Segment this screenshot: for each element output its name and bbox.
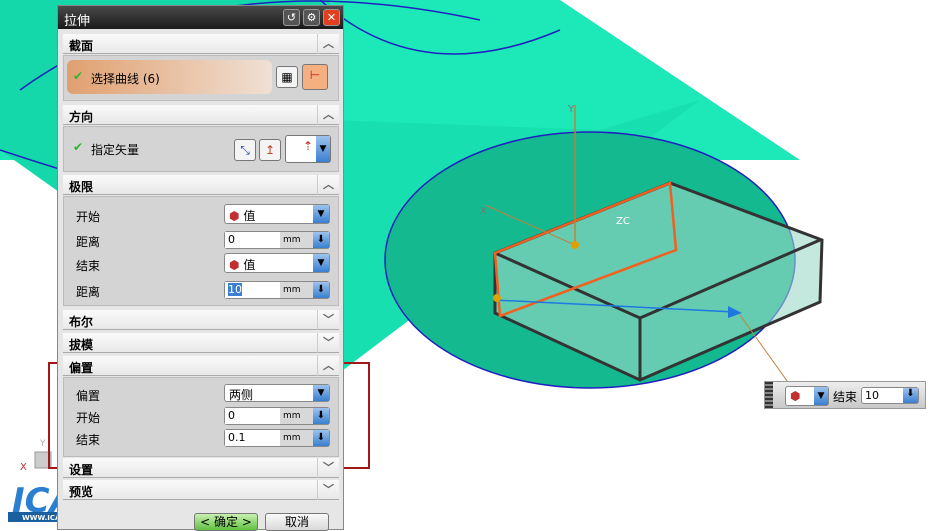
check-icon: ✔ (73, 140, 84, 154)
section-header-limits[interactable]: 极限 ︿ (63, 175, 339, 195)
sketch-section-icon[interactable]: ▦ (276, 66, 298, 88)
extrude-dialog: 拉伸 ↺ ⚙ ✕ 截面 ︿ ✔ 选择曲线 (6) ▦ ⊢ 方向 ︿ ✔ 指定矢量 ⤡… (57, 5, 344, 531)
offset-option: 两侧 (229, 388, 254, 402)
axis-zc-label: ZC (616, 216, 630, 227)
chevron-up-icon[interactable]: ︿ (317, 356, 339, 376)
floating-end-value[interactable]: 10 (865, 389, 879, 402)
start-option: 值 (243, 209, 256, 223)
section-body: ✔ 选择曲线 (6) ▦ ⊢ (63, 55, 339, 101)
offset-start-label: 开始 (76, 411, 101, 425)
dialog-title-bar: 拉伸 ↺ ⚙ ✕ (58, 6, 343, 29)
reset-button[interactable]: ↺ (283, 9, 300, 26)
chevron-down-icon[interactable]: ﹀ (317, 333, 339, 353)
floating-end-toolbar: ⬢ ▼ 结束 10 ⬇ (764, 381, 926, 409)
end-option: 值 (243, 258, 256, 272)
unit-label: mm (283, 235, 301, 245)
ok-button[interactable]: < 确定 > (194, 513, 258, 531)
unit-label: mm (283, 411, 301, 421)
section-title: 方向 (69, 110, 94, 124)
distance2-input[interactable]: 10 mm ⬇ (224, 281, 330, 299)
chevron-down-icon[interactable]: ﹀ (317, 310, 339, 330)
section-title: 布尔 (69, 315, 94, 329)
vector-dialog-icon[interactable]: ↥ (259, 139, 281, 161)
chevron-down-icon[interactable]: ▼ (814, 387, 828, 405)
offset-end-label: 结束 (76, 433, 101, 447)
chevron-down-icon[interactable]: ▼ (316, 136, 330, 162)
arrow-down-icon[interactable]: ⬇ (313, 408, 329, 424)
chevron-up-icon[interactable]: ︿ (317, 34, 339, 54)
section-header-section[interactable]: 截面 ︿ (63, 34, 339, 54)
unit-label: mm (283, 285, 301, 295)
axis-x-label: X (480, 206, 487, 217)
select-curve-label: 选择曲线 (6) (91, 72, 160, 86)
reverse-direction-icon[interactable]: ⤡ (234, 139, 256, 161)
axis-y-label: Y (567, 104, 575, 115)
floating-end-input[interactable]: 10 ⬇ (861, 387, 919, 404)
section-header-boolean[interactable]: 布尔 ﹀ (63, 310, 339, 330)
distance2-selected-text: 10 (228, 283, 242, 296)
specify-vector-label: 指定矢量 (91, 143, 140, 157)
chevron-down-icon[interactable]: ▼ (313, 205, 329, 223)
end-label: 结束 (76, 259, 101, 273)
close-button[interactable]: ✕ (323, 9, 340, 26)
offset-body: 偏置 两侧 ▼ 开始 0 mm ⬇ 结束 0.1 mm ⬇ (63, 377, 339, 457)
arrow-down-icon[interactable]: ⬇ (903, 388, 918, 403)
section-title: 极限 (69, 180, 94, 194)
section-title: 截面 (69, 39, 94, 53)
start-type-select[interactable]: ⬢ 值 ▼ (224, 204, 330, 224)
section-title: 预览 (69, 485, 94, 499)
offset-type-select[interactable]: 两侧 ▼ (224, 384, 330, 402)
limits-body: 开始 ⬢ 值 ▼ 距离 0 mm ⬇ 结束 ⬢ 值 ▼ 距离 10 mm ⬇ (63, 196, 339, 306)
end-type-select[interactable]: ⬢ 值 ▼ (224, 253, 330, 273)
section-header-settings[interactable]: 设置 ﹀ (63, 458, 339, 478)
cube-icon: ⬢ (229, 258, 240, 272)
start-label: 开始 (76, 210, 101, 224)
chevron-down-icon[interactable]: ▼ (313, 385, 329, 401)
vector-icon: ⇡ (302, 139, 314, 153)
chevron-down-icon[interactable]: ﹀ (317, 458, 339, 478)
check-icon: ✔ (73, 69, 84, 83)
section-title: 拔模 (69, 338, 94, 352)
dialog-title: 拉伸 (64, 14, 91, 29)
distance2-value[interactable]: 10 (225, 282, 280, 298)
arrow-down-icon[interactable]: ⬇ (313, 282, 329, 298)
chevron-down-icon[interactable]: ▼ (313, 254, 329, 272)
section-title: 偏置 (69, 361, 94, 375)
cube-icon: ⬢ (790, 389, 801, 403)
settings-gear-icon[interactable]: ⚙ (303, 9, 320, 26)
section-title: 设置 (69, 463, 94, 477)
arrow-down-icon[interactable]: ⬇ (313, 430, 329, 446)
chevron-up-icon[interactable]: ︿ (317, 105, 339, 125)
distance2-label: 距离 (76, 285, 101, 299)
svg-text:X: X (20, 462, 27, 473)
select-curve-row[interactable]: ✔ 选择曲线 (6) (67, 60, 272, 94)
chevron-down-icon[interactable]: ﹀ (317, 480, 339, 500)
distance1-input[interactable]: 0 mm ⬇ (224, 231, 330, 249)
drag-handle[interactable] (765, 382, 773, 408)
offset-start-input[interactable]: 0 mm ⬇ (224, 407, 330, 425)
section-header-direction[interactable]: 方向 ︿ (63, 105, 339, 125)
offset-end-value[interactable]: 0.1 (225, 430, 280, 446)
distance1-label: 距离 (76, 235, 101, 249)
chevron-up-icon[interactable]: ︿ (317, 175, 339, 195)
curve-select-icon[interactable]: ⊢ (302, 64, 328, 90)
end-type-select[interactable]: ⬢ ▼ (785, 386, 829, 406)
offset-end-input[interactable]: 0.1 mm ⬇ (224, 429, 330, 447)
offset-label: 偏置 (76, 389, 101, 403)
distance1-value[interactable]: 0 (225, 232, 280, 248)
triad-icon: X Y (20, 439, 52, 473)
section-header-offset[interactable]: 偏置 ︿ (63, 356, 339, 376)
floating-end-label: 结束 (833, 390, 858, 404)
section-header-preview[interactable]: 预览 ﹀ (63, 480, 339, 500)
direction-body: ✔ 指定矢量 ⤡ ↥ ⇡ ▼ (63, 126, 339, 172)
svg-text:Y: Y (39, 439, 46, 449)
arrow-down-icon[interactable]: ⬇ (313, 232, 329, 248)
section-header-draft[interactable]: 拔模 ﹀ (63, 333, 339, 353)
unit-label: mm (283, 433, 301, 443)
offset-start-value[interactable]: 0 (225, 408, 280, 424)
cube-icon: ⬢ (229, 209, 240, 223)
cancel-button[interactable]: 取消 (265, 513, 329, 531)
vector-type-dropdown[interactable]: ⇡ ▼ (285, 135, 331, 163)
